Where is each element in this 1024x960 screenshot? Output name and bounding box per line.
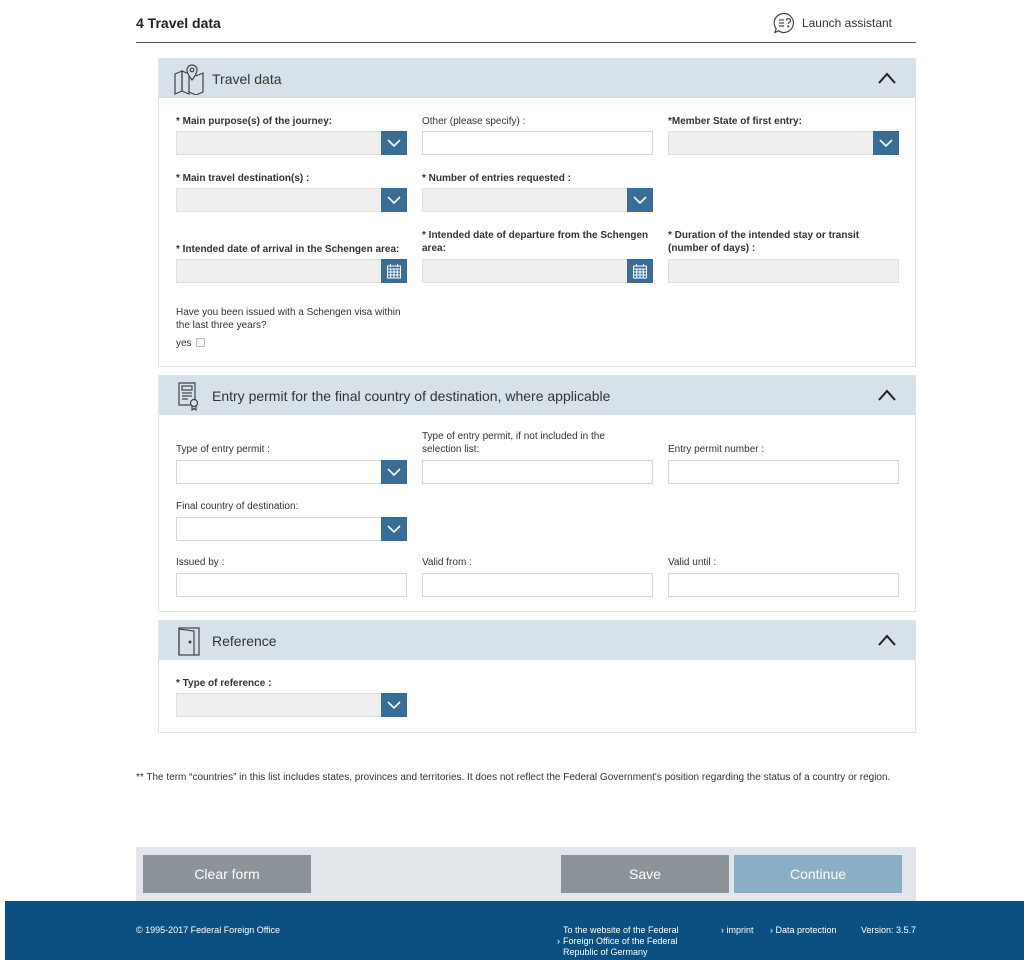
chevron-up-icon[interactable] <box>877 388 897 402</box>
chevron-right-icon: › <box>557 936 560 946</box>
duration-input[interactable] <box>668 259 899 283</box>
calendar-icon <box>633 264 647 279</box>
launch-assistant-button[interactable]: Launch assistant <box>772 11 892 35</box>
arrival-date-label: * Intended date of arrival in the Scheng… <box>176 244 400 255</box>
certificate-document-icon <box>178 382 199 412</box>
entry-permit-section-header[interactable]: Entry permit for the final country of de… <box>159 376 915 415</box>
final-country-select[interactable] <box>176 517 407 541</box>
member-state-select[interactable] <box>668 131 899 155</box>
reference-type-dropdown-button[interactable] <box>381 693 407 717</box>
action-bar: Clear form Save Continue <box>136 847 916 901</box>
entry-permit-number-input[interactable] <box>668 460 899 484</box>
calendar-icon <box>387 264 401 279</box>
duration-label: * Duration of the intended stay or trans… <box>668 230 860 254</box>
chevron-down-icon <box>633 195 647 204</box>
continue-button[interactable]: Continue <box>734 855 902 893</box>
chevron-down-icon <box>387 700 401 709</box>
destination-select[interactable] <box>176 188 407 212</box>
entries-dropdown-button[interactable] <box>627 188 653 212</box>
schengen-visa-yes-checkbox[interactable] <box>196 338 205 347</box>
version-label: Version: 3.5.7 <box>861 925 917 935</box>
federal-foreign-office-link-label: To the website of the Federal Foreign Of… <box>563 925 679 957</box>
entry-permit-type-other-label: Type of entry permit, if not included in… <box>422 431 605 455</box>
chat-help-icon <box>773 12 794 34</box>
door-icon <box>178 627 200 656</box>
final-country-label: Final country of destination: <box>176 501 299 512</box>
purpose-select[interactable] <box>176 131 407 155</box>
entry-permit-section: Entry permit for the final country of de… <box>158 375 916 612</box>
destination-label: * Main travel destination(s) : <box>176 173 310 184</box>
departure-date-label: * Intended date of departure from the Sc… <box>422 230 649 254</box>
federal-foreign-office-link[interactable]: › To the website of the Federal Foreign … <box>557 925 687 958</box>
travel-data-section: Travel data * Main purpose(s) of the jou… <box>158 58 916 367</box>
departure-calendar-button[interactable] <box>627 259 653 283</box>
purpose-dropdown-button[interactable] <box>381 131 407 155</box>
section-title: Entry permit for the final country of de… <box>212 387 611 404</box>
issued-by-input[interactable] <box>176 573 407 597</box>
chevron-down-icon <box>387 467 401 476</box>
member-state-dropdown-button[interactable] <box>873 131 899 155</box>
chevron-down-icon <box>879 138 893 147</box>
chevron-down-icon <box>387 138 401 147</box>
purpose-label: * Main purpose(s) of the journey: <box>176 116 333 127</box>
destination-dropdown-button[interactable] <box>381 188 407 212</box>
valid-until-label: Valid until : <box>668 557 717 568</box>
section-title: Reference <box>212 632 277 649</box>
copyright: © 1995-2017 Federal Foreign Office <box>136 925 281 935</box>
chevron-right-icon: › <box>770 925 773 935</box>
reference-section: Reference * Type of reference : <box>158 620 916 733</box>
entry-permit-type-other-input[interactable] <box>422 460 653 484</box>
launch-assistant-label: Launch assistant <box>801 16 892 30</box>
other-purpose-label: Other (please specify) : <box>422 116 526 127</box>
final-country-dropdown-button[interactable] <box>381 517 407 541</box>
data-protection-link[interactable]: › Data protection <box>770 925 837 935</box>
save-button[interactable]: Save <box>561 855 729 893</box>
section-title: Travel data <box>212 70 282 87</box>
imprint-link[interactable]: › imprint <box>721 925 754 935</box>
countries-footnote: ** The term “countries” in this list inc… <box>136 772 891 783</box>
entry-permit-number-label: Entry permit number : <box>668 444 765 455</box>
chevron-up-icon[interactable] <box>877 633 897 647</box>
clear-form-button[interactable]: Clear form <box>143 855 311 893</box>
imprint-label: imprint <box>726 925 754 935</box>
chevron-right-icon: › <box>721 925 724 935</box>
entry-permit-type-dropdown-button[interactable] <box>381 460 407 484</box>
other-purpose-input[interactable] <box>422 131 653 155</box>
issued-by-label: Issued by : <box>176 557 225 568</box>
page-header: 4 Travel data Launch assistant <box>136 0 916 43</box>
entries-label: * Number of entries requested : <box>422 173 571 184</box>
chevron-down-icon <box>387 195 401 204</box>
schengen-visa-yes-label: yes <box>176 338 192 349</box>
arrival-date-input[interactable] <box>176 259 407 283</box>
departure-date-input[interactable] <box>422 259 653 283</box>
reference-section-header[interactable]: Reference <box>159 621 915 660</box>
entry-permit-type-select[interactable] <box>176 460 407 484</box>
valid-from-label: Valid from : <box>422 557 472 568</box>
footer: © 1995-2017 Federal Foreign Office › To … <box>5 901 1024 960</box>
reference-type-label: * Type of reference : <box>176 678 272 689</box>
chevron-up-icon[interactable] <box>877 71 897 85</box>
data-protection-label: Data protection <box>775 925 837 935</box>
arrival-calendar-button[interactable] <box>381 259 407 283</box>
valid-until-input[interactable] <box>668 573 899 597</box>
entries-select[interactable] <box>422 188 653 212</box>
chevron-down-icon <box>387 524 401 533</box>
map-pin-icon <box>174 64 204 95</box>
page-title: 4 Travel data <box>136 15 221 31</box>
schengen-visa-question: Have you been issued with a Schengen vis… <box>176 307 401 331</box>
entry-permit-type-label: Type of entry permit : <box>176 444 270 455</box>
travel-data-section-header[interactable]: Travel data <box>159 59 915 98</box>
member-state-label: *Member State of first entry: <box>668 116 802 127</box>
valid-from-input[interactable] <box>422 573 653 597</box>
reference-type-select[interactable] <box>176 693 407 717</box>
